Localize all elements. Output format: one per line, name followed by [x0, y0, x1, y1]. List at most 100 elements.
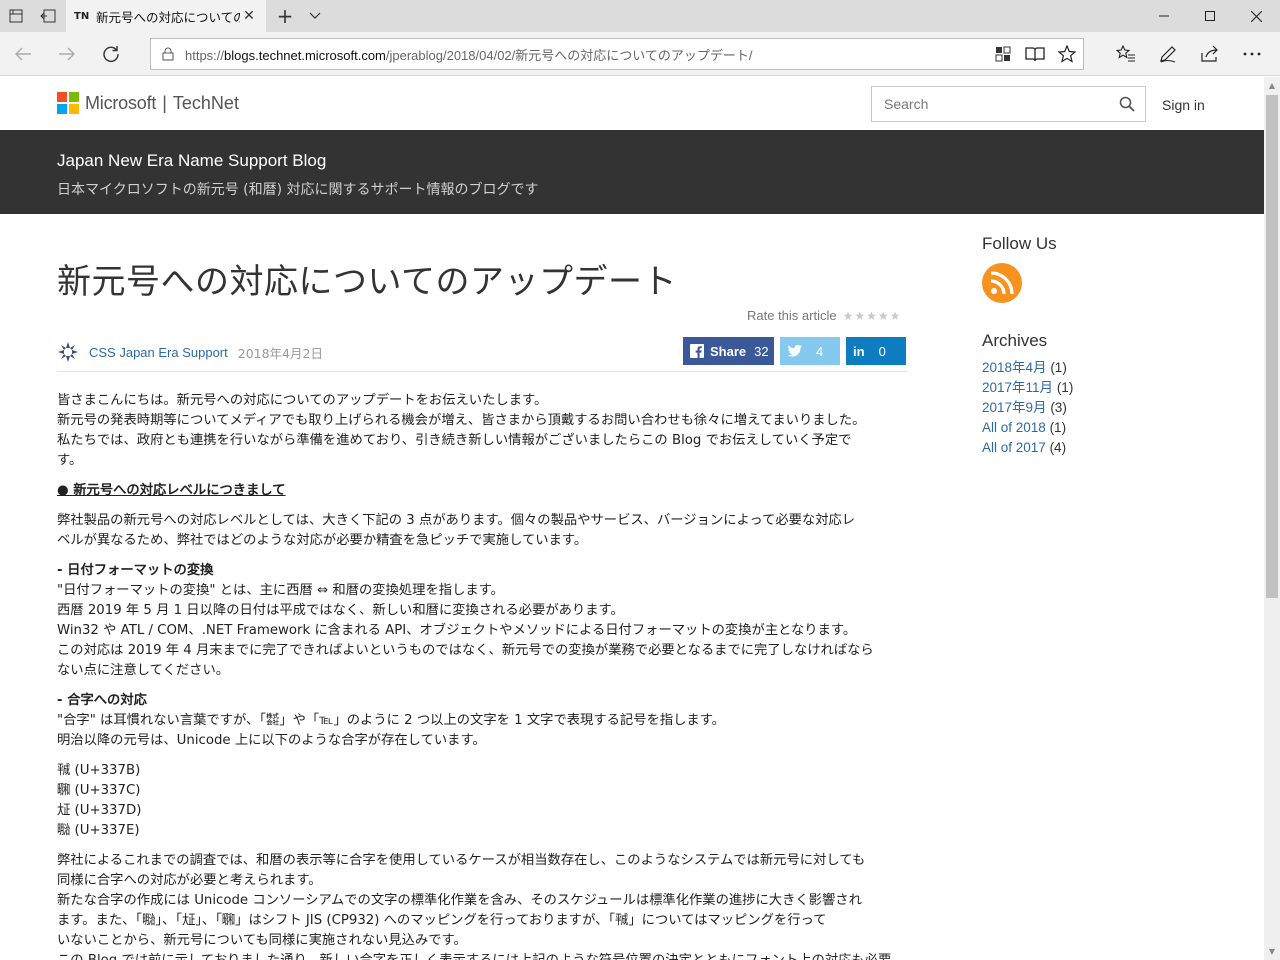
ligature-item: ㍽ (U+337D): [57, 803, 142, 818]
microsoft-logo-icon: [57, 92, 79, 114]
scroll-down-icon[interactable]: ▼: [1264, 943, 1280, 960]
facebook-icon: [690, 344, 704, 358]
extension-icon[interactable]: [987, 39, 1019, 69]
twitter-share-count: 4: [816, 343, 824, 359]
facebook-share-count: 32: [754, 343, 769, 359]
window-close-icon[interactable]: [1233, 0, 1279, 32]
forward-icon[interactable]: [50, 38, 84, 70]
article-body: 皆さまこんにちは。新元号への対応についてのアップデートをお伝えいたします。 新元…: [57, 391, 917, 960]
brand-name: Microsoft: [85, 92, 157, 113]
web-page: Microsoft | TechNet Sign in Japan New Er…: [0, 77, 1264, 960]
list-item: All of 2017 (4): [982, 438, 1073, 458]
social-share: Share 32 4 in 0: [683, 337, 912, 365]
list-item: 2017年11月 (1): [982, 378, 1073, 398]
blog-banner: Japan New Era Name Support Blog 日本マイクロソフ…: [0, 130, 1264, 214]
ligature-item: ㍼ (U+337C): [57, 783, 141, 798]
facebook-share-label: Share: [710, 343, 747, 359]
tab-favicon: TN: [74, 10, 90, 22]
text-line: す。: [57, 453, 83, 468]
rate-label: Rate this article: [747, 308, 837, 323]
close-icon[interactable]: ✕: [240, 8, 258, 24]
author-avatar[interactable]: [57, 341, 79, 363]
share-icon[interactable]: [1193, 38, 1227, 70]
rating-stars-icon[interactable]: ★★★★★: [843, 309, 902, 323]
archives-list: 2018年4月 (1) 2017年11月 (1) 2017年9月 (3) All…: [982, 358, 1073, 458]
scrollbar-thumb[interactable]: [1266, 95, 1278, 598]
twitter-icon: [788, 345, 802, 357]
divider: [57, 371, 907, 372]
favorite-star-icon[interactable]: [1051, 39, 1083, 69]
archive-link[interactable]: 2018年4月: [982, 360, 1047, 375]
rss-icon[interactable]: [982, 263, 1022, 303]
archive-count: (1): [1050, 360, 1067, 375]
text-line: 弊社製品の新元号への対応レベルとしては、大きく下記の 3 点があります。個々の製…: [57, 513, 856, 528]
site-header: Microsoft | TechNet Sign in: [0, 77, 1264, 130]
more-icon[interactable]: [1235, 38, 1269, 70]
text-line: ない点に注意してください。: [57, 663, 230, 678]
chevron-down-icon[interactable]: [304, 0, 326, 32]
ligature-section: - 合字への対応 "合字" は耳慣れない言葉ですが、「㍿」や「℡」のように 2 …: [57, 691, 917, 751]
tab-title: 新元号への対応についての: [96, 9, 240, 25]
ligature-list: ㍻ (U+337B) ㍼ (U+337C) ㍽ (U+337D) ㍾ (U+33…: [57, 761, 917, 841]
linkedin-share-button[interactable]: in 0: [846, 337, 906, 365]
scroll-up-icon[interactable]: ▲: [1264, 77, 1280, 94]
plus-icon[interactable]: +: [272, 0, 298, 32]
search-box: [871, 86, 1146, 122]
date-format-section: - 日付フォーマットの変換 "日付フォーマットの変換" とは、主に西暦 ⇔ 和暦…: [57, 561, 917, 681]
rating: Rate this article ★★★★★: [747, 308, 901, 323]
archive-link[interactable]: All of 2018: [982, 420, 1046, 435]
sign-in-link[interactable]: Sign in: [1162, 97, 1205, 113]
author-link[interactable]: CSS Japan Era Support: [89, 345, 228, 360]
archive-link[interactable]: 2017年11月: [982, 380, 1053, 395]
linkedin-icon: in: [853, 343, 865, 359]
text-line: 弊社によるこれまでの調査では、和暦の表示等に合字を使用しているケースが相当数存在…: [57, 853, 866, 868]
reading-view-icon[interactable]: [1019, 39, 1051, 69]
tab-bar: TN 新元号への対応についての ✕ +: [0, 0, 1280, 32]
closing-paragraph: 弊社によるこれまでの調査では、和暦の表示等に合字を使用しているケースが相当数存在…: [57, 851, 917, 960]
vertical-scrollbar[interactable]: ▲ ▼: [1264, 77, 1280, 960]
refresh-icon[interactable]: [94, 38, 128, 70]
archive-link[interactable]: 2017年9月: [982, 400, 1047, 415]
archive-count: (1): [1056, 380, 1074, 395]
favorites-hub-icon[interactable]: [1109, 38, 1143, 70]
text-line: ます。また、「㍾」、「㍽」、「㍼」はシフト JIS (CP932) へのマッピン…: [57, 913, 827, 928]
blog-subtitle: 日本マイクロソフトの新元号 (和暦) 対応に関するサポート情報のブログです: [57, 182, 539, 198]
maximize-icon[interactable]: [1187, 0, 1233, 32]
text-line: この Blog では前に示しておりました通り、新しい合字を正しく表示するには上記…: [57, 951, 917, 960]
search-icon[interactable]: [1109, 87, 1145, 121]
active-tab[interactable]: TN 新元号への対応についての ✕: [66, 0, 266, 32]
search-input[interactable]: [872, 96, 1109, 112]
archive-count: (1): [1049, 420, 1067, 435]
tab-manager-icon[interactable]: [0, 0, 32, 32]
section-heading: ● 新元号への対応レベルにつきまして: [57, 483, 286, 498]
back-icon[interactable]: [6, 38, 40, 70]
text-line: "合字" は耳慣れない言葉ですが、「㍿」や「℡」のように 2 つ以上の文字を 1…: [57, 713, 725, 728]
facebook-share-button[interactable]: Share 32: [683, 337, 774, 365]
author-row: CSS Japan Era Support 2018年4月2日 Share 32…: [57, 337, 907, 367]
text-line: 西暦 2019 年 5 月 1 日以降の日付は平成ではなく、新しい和暦に変換され…: [57, 603, 624, 618]
archive-link[interactable]: All of 2017: [982, 440, 1046, 455]
text-line: 私たちでは、政府とも連携を行いながら準備を進めており、引き続き新しい情報がござい…: [57, 433, 852, 448]
address-bar[interactable]: https://blogs.technet.microsoft.com/jper…: [150, 38, 1084, 70]
set-aside-icon[interactable]: [32, 0, 64, 32]
subsection-heading: - 合字への対応: [57, 693, 147, 708]
address-path: /jperablog/2018/04/02/新元号への対応についてのアップデート…: [385, 47, 753, 63]
blog-title[interactable]: Japan New Era Name Support Blog: [57, 151, 326, 171]
pen-icon[interactable]: [1151, 38, 1185, 70]
list-item: All of 2018 (1): [982, 418, 1073, 438]
twitter-share-button[interactable]: 4: [780, 337, 840, 365]
site-logo[interactable]: Microsoft | TechNet: [57, 92, 239, 114]
text-line: 皆さまこんにちは。新元号への対応についてのアップデートをお伝えいたします。: [57, 393, 548, 408]
subsection-heading: - 日付フォーマットの変換: [57, 563, 214, 578]
text-line: 新たな合字の作成には Unicode コンソーシアムでの文字の標準化作業を含み、…: [57, 893, 862, 908]
text-line: この対応は 2019 年 4 月末までに完了できればよいというものではなく、新元…: [57, 643, 874, 658]
brand-separator: |: [162, 92, 167, 113]
list-item: 2018年4月 (1): [982, 358, 1073, 378]
minimize-icon[interactable]: [1141, 0, 1187, 32]
list-item: 2017年9月 (3): [982, 398, 1073, 418]
section-intro: 弊社製品の新元号への対応レベルとしては、大きく下記の 3 点があります。個々の製…: [57, 511, 917, 551]
text-line: Win32 や ATL / COM、.NET Framework に含まれる A…: [57, 623, 857, 638]
lock-icon[interactable]: [151, 47, 185, 61]
text-line: 新元号の発表時期等についてメディアでも取り上げられる機会が増え、皆さまから頂戴す…: [57, 413, 866, 428]
address-text[interactable]: https://blogs.technet.microsoft.com/jper…: [185, 45, 987, 64]
